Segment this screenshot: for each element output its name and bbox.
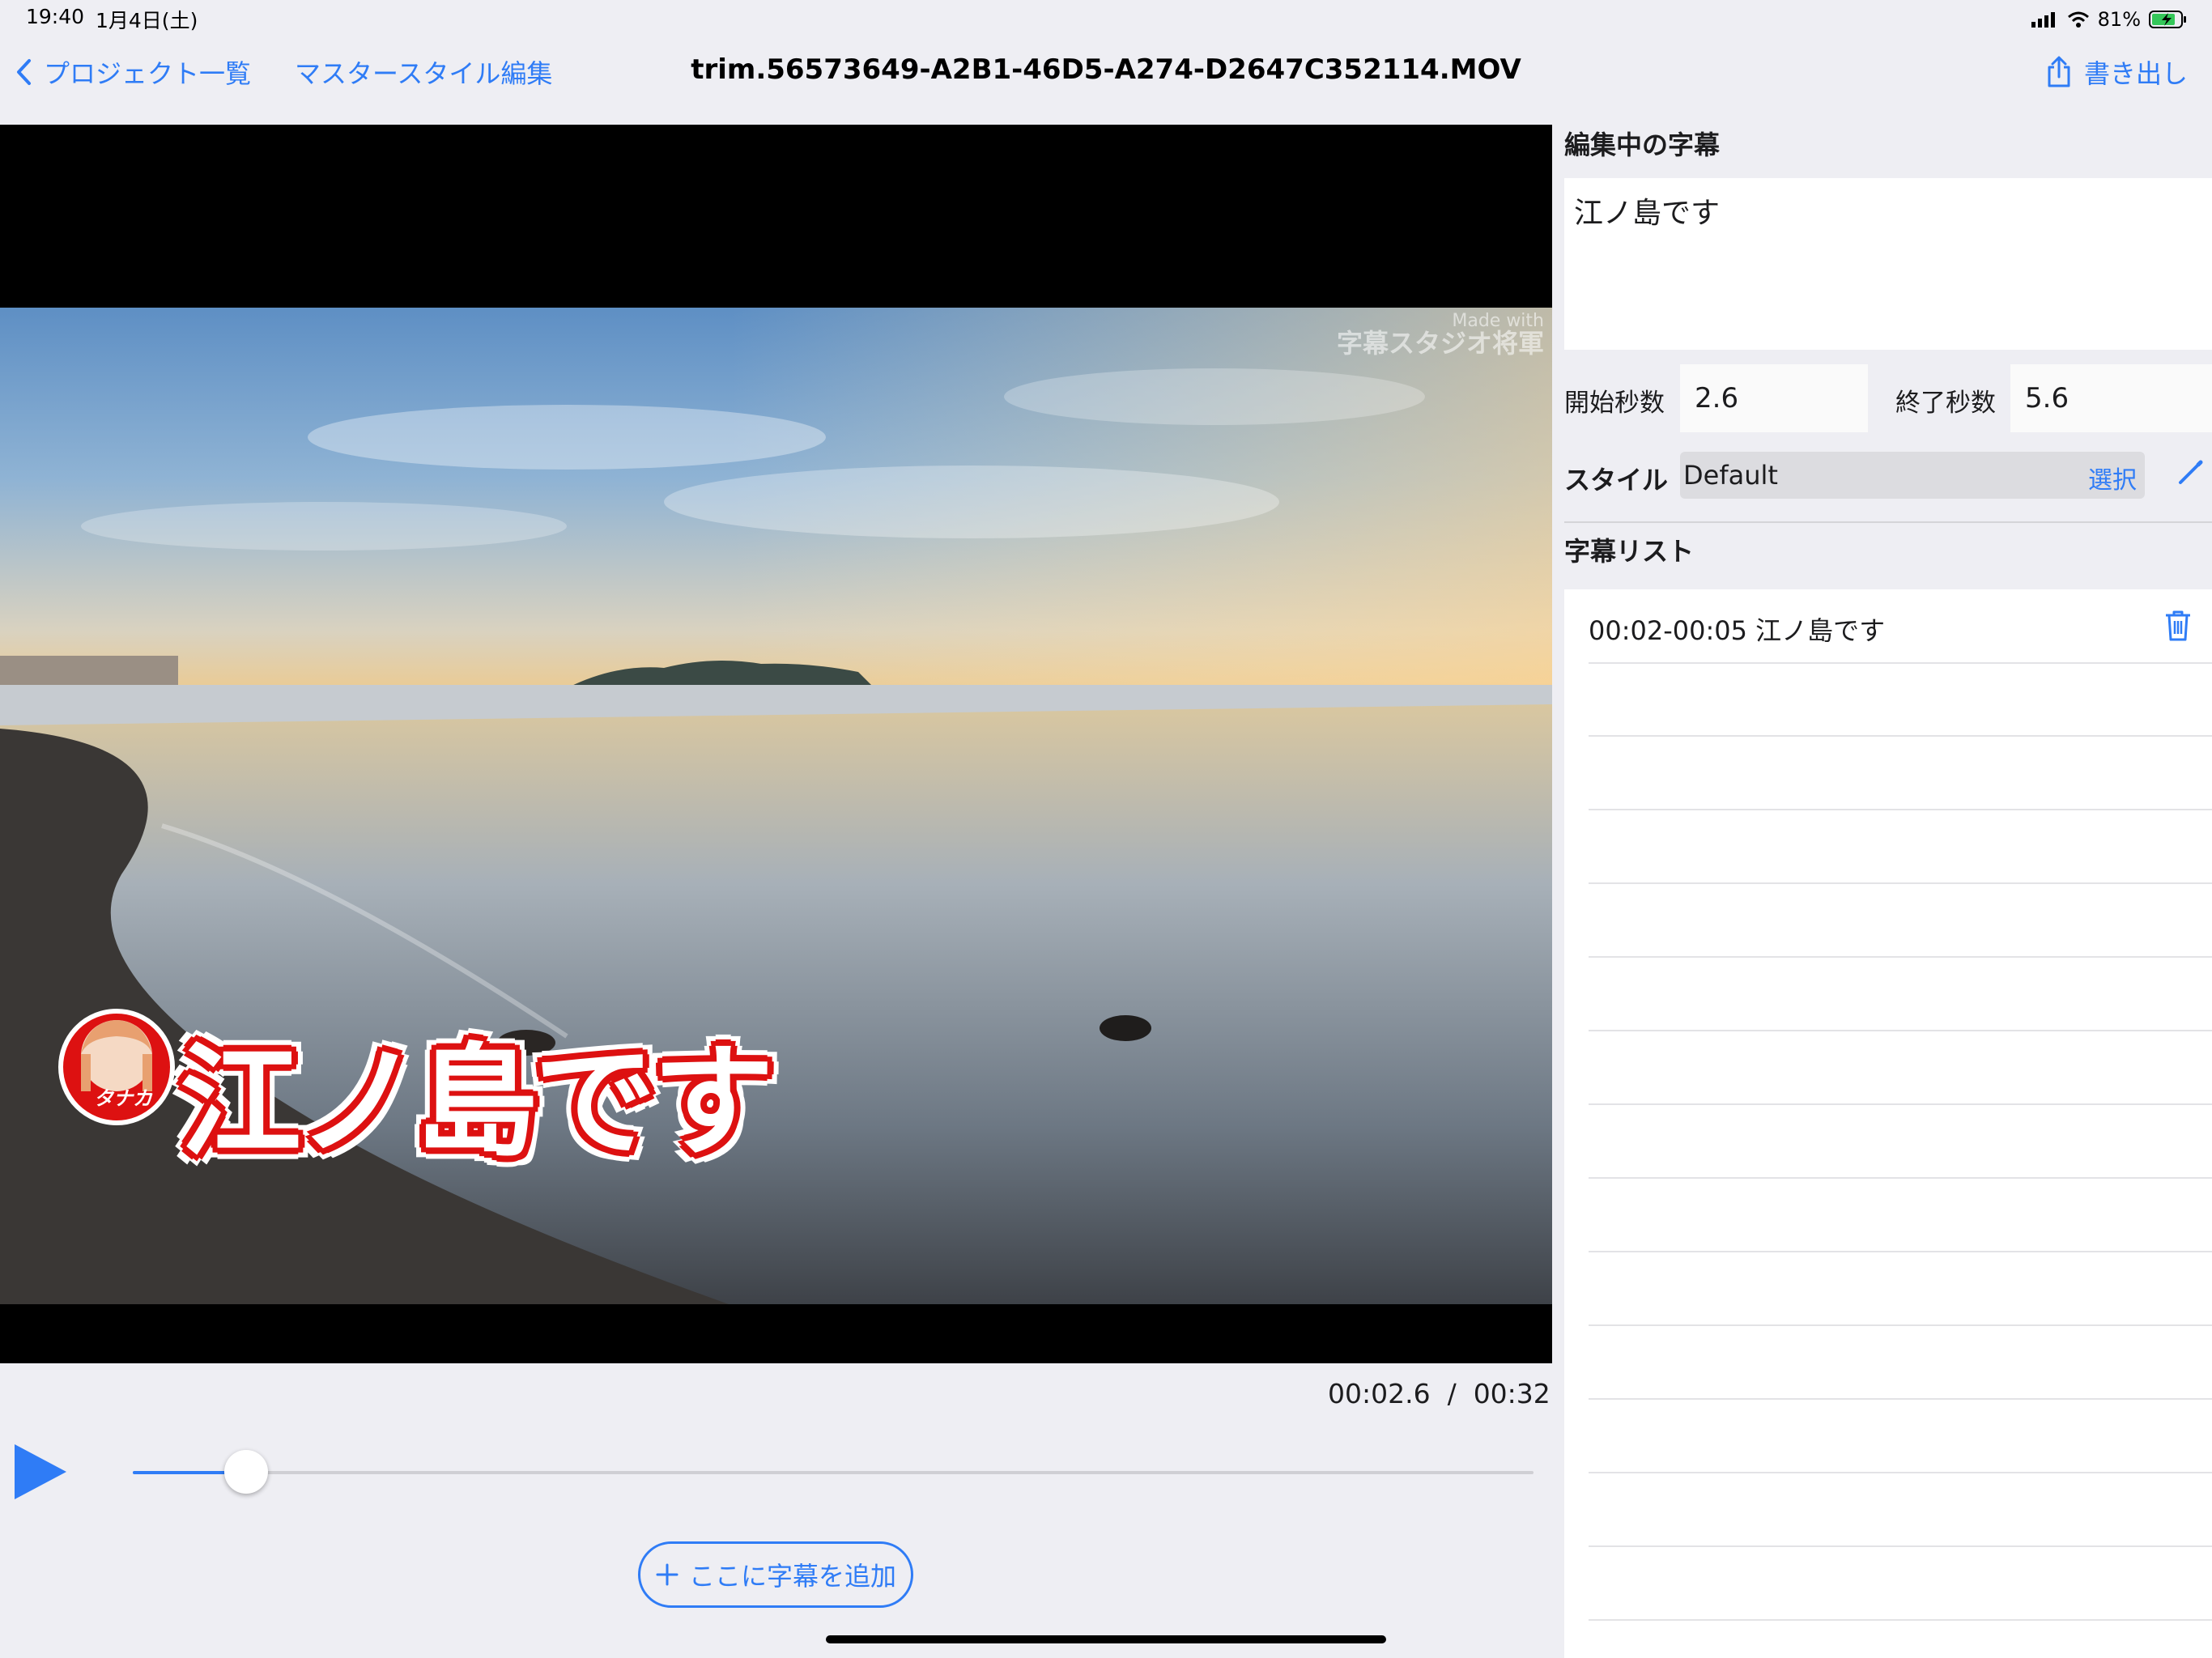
watermark: Made with 字幕スタジオ将軍 — [1336, 312, 1544, 359]
empty-list-row — [1589, 1104, 2212, 1179]
start-seconds-input[interactable] — [1680, 364, 1868, 432]
style-select-button[interactable]: 選択 — [2088, 460, 2137, 495]
empty-list-row — [1589, 810, 2212, 884]
empty-list-row — [1589, 1178, 2212, 1252]
wifi-icon — [2067, 11, 2089, 28]
start-seconds-label: 開始秒数 — [1564, 389, 1665, 418]
status-indicators: 81% — [2031, 5, 2188, 34]
empty-list-row — [1589, 1252, 2212, 1326]
share-icon — [2048, 56, 2070, 87]
watermark-line2: 字幕スタジオ将軍 — [1336, 328, 1544, 359]
video-subtitle-overlay: 江ノ島です — [180, 1032, 774, 1173]
time-separator: / — [1447, 1378, 1457, 1409]
style-value: Default — [1683, 460, 1778, 491]
status-bar: 19:40 1月4日(土) 81% — [0, 0, 2212, 39]
style-field[interactable]: Default 選択 — [1680, 452, 2145, 499]
divider — [1564, 521, 2212, 523]
status-date: 1月4日(土) — [96, 9, 198, 32]
subtitle-text-input[interactable]: 江ノ島です — [1564, 178, 2212, 350]
play-button[interactable] — [15, 1444, 66, 1499]
subtitle-editor-panel: 編集中の字幕 江ノ島です 開始秒数 終了秒数 スタイル Default 選択 字… — [1552, 125, 2212, 1658]
empty-list-row — [1589, 1473, 2212, 1547]
current-time: 00:02.6 — [1328, 1378, 1431, 1409]
page-title: trim.56573649-A2B1-46D5-A274-D2647C35211… — [691, 53, 1521, 86]
subtitle-list-heading: 字幕リスト — [1564, 536, 1695, 567]
subtitle-list-item-text: 00:02-00:05 江ノ島です — [1589, 615, 1886, 646]
export-button-label: 書き出し — [2083, 58, 2188, 89]
editing-subtitle-heading: 編集中の字幕 — [1564, 130, 1721, 160]
add-subtitle-label: ここに字幕を追加 — [688, 1561, 896, 1592]
empty-list-row — [1589, 883, 2212, 958]
status-time: 19:40 — [26, 5, 85, 28]
battery-percent: 81% — [2097, 8, 2141, 31]
subtitle-list-item[interactable]: 00:02-00:05 江ノ島です — [1589, 589, 2212, 664]
end-seconds-label: 終了秒数 — [1895, 389, 1996, 418]
end-seconds-input[interactable] — [2010, 364, 2212, 432]
add-subtitle-button[interactable]: ここに字幕を追加 — [638, 1541, 913, 1608]
subtitle-list: 00:02-00:05 江ノ島です — [1564, 589, 2212, 1658]
avatar-name-label: タナカ — [94, 1087, 152, 1110]
scrubber-track[interactable] — [133, 1471, 1534, 1474]
empty-list-row — [1589, 662, 2212, 737]
pencil-icon[interactable] — [2174, 457, 2206, 489]
empty-list-row — [1589, 1325, 2212, 1400]
scrubber-thumb[interactable] — [224, 1450, 268, 1494]
empty-list-row — [1589, 957, 2212, 1031]
plus-icon — [656, 1563, 678, 1586]
video-preview[interactable]: Made with 字幕スタジオ将軍 タナカ 江ノ島です — [0, 125, 1552, 1363]
export-button[interactable]: 書き出し — [2045, 53, 2188, 91]
speaker-avatar-badge: タナカ — [58, 1009, 175, 1125]
empty-list-row — [1589, 1546, 2212, 1621]
home-indicator[interactable] — [826, 1635, 1386, 1643]
time-readout: 00:02.6 / 00:32.1 — [1328, 1378, 1576, 1409]
video-frame: Made with 字幕スタジオ将軍 タナカ 江ノ島です — [0, 308, 1552, 1304]
empty-list-row — [1589, 1031, 2212, 1105]
style-label: スタイル — [1564, 465, 1669, 495]
navigation-bar: プロジェクト一覧 マスタースタイル編集 trim.56573649-A2B1-4… — [0, 39, 2212, 125]
empty-list-row — [1589, 1399, 2212, 1473]
trash-icon[interactable] — [2163, 609, 2193, 643]
battery-charging-icon — [2149, 11, 2186, 28]
cellular-signal-icon — [2031, 12, 2055, 28]
empty-list-row — [1589, 736, 2212, 810]
